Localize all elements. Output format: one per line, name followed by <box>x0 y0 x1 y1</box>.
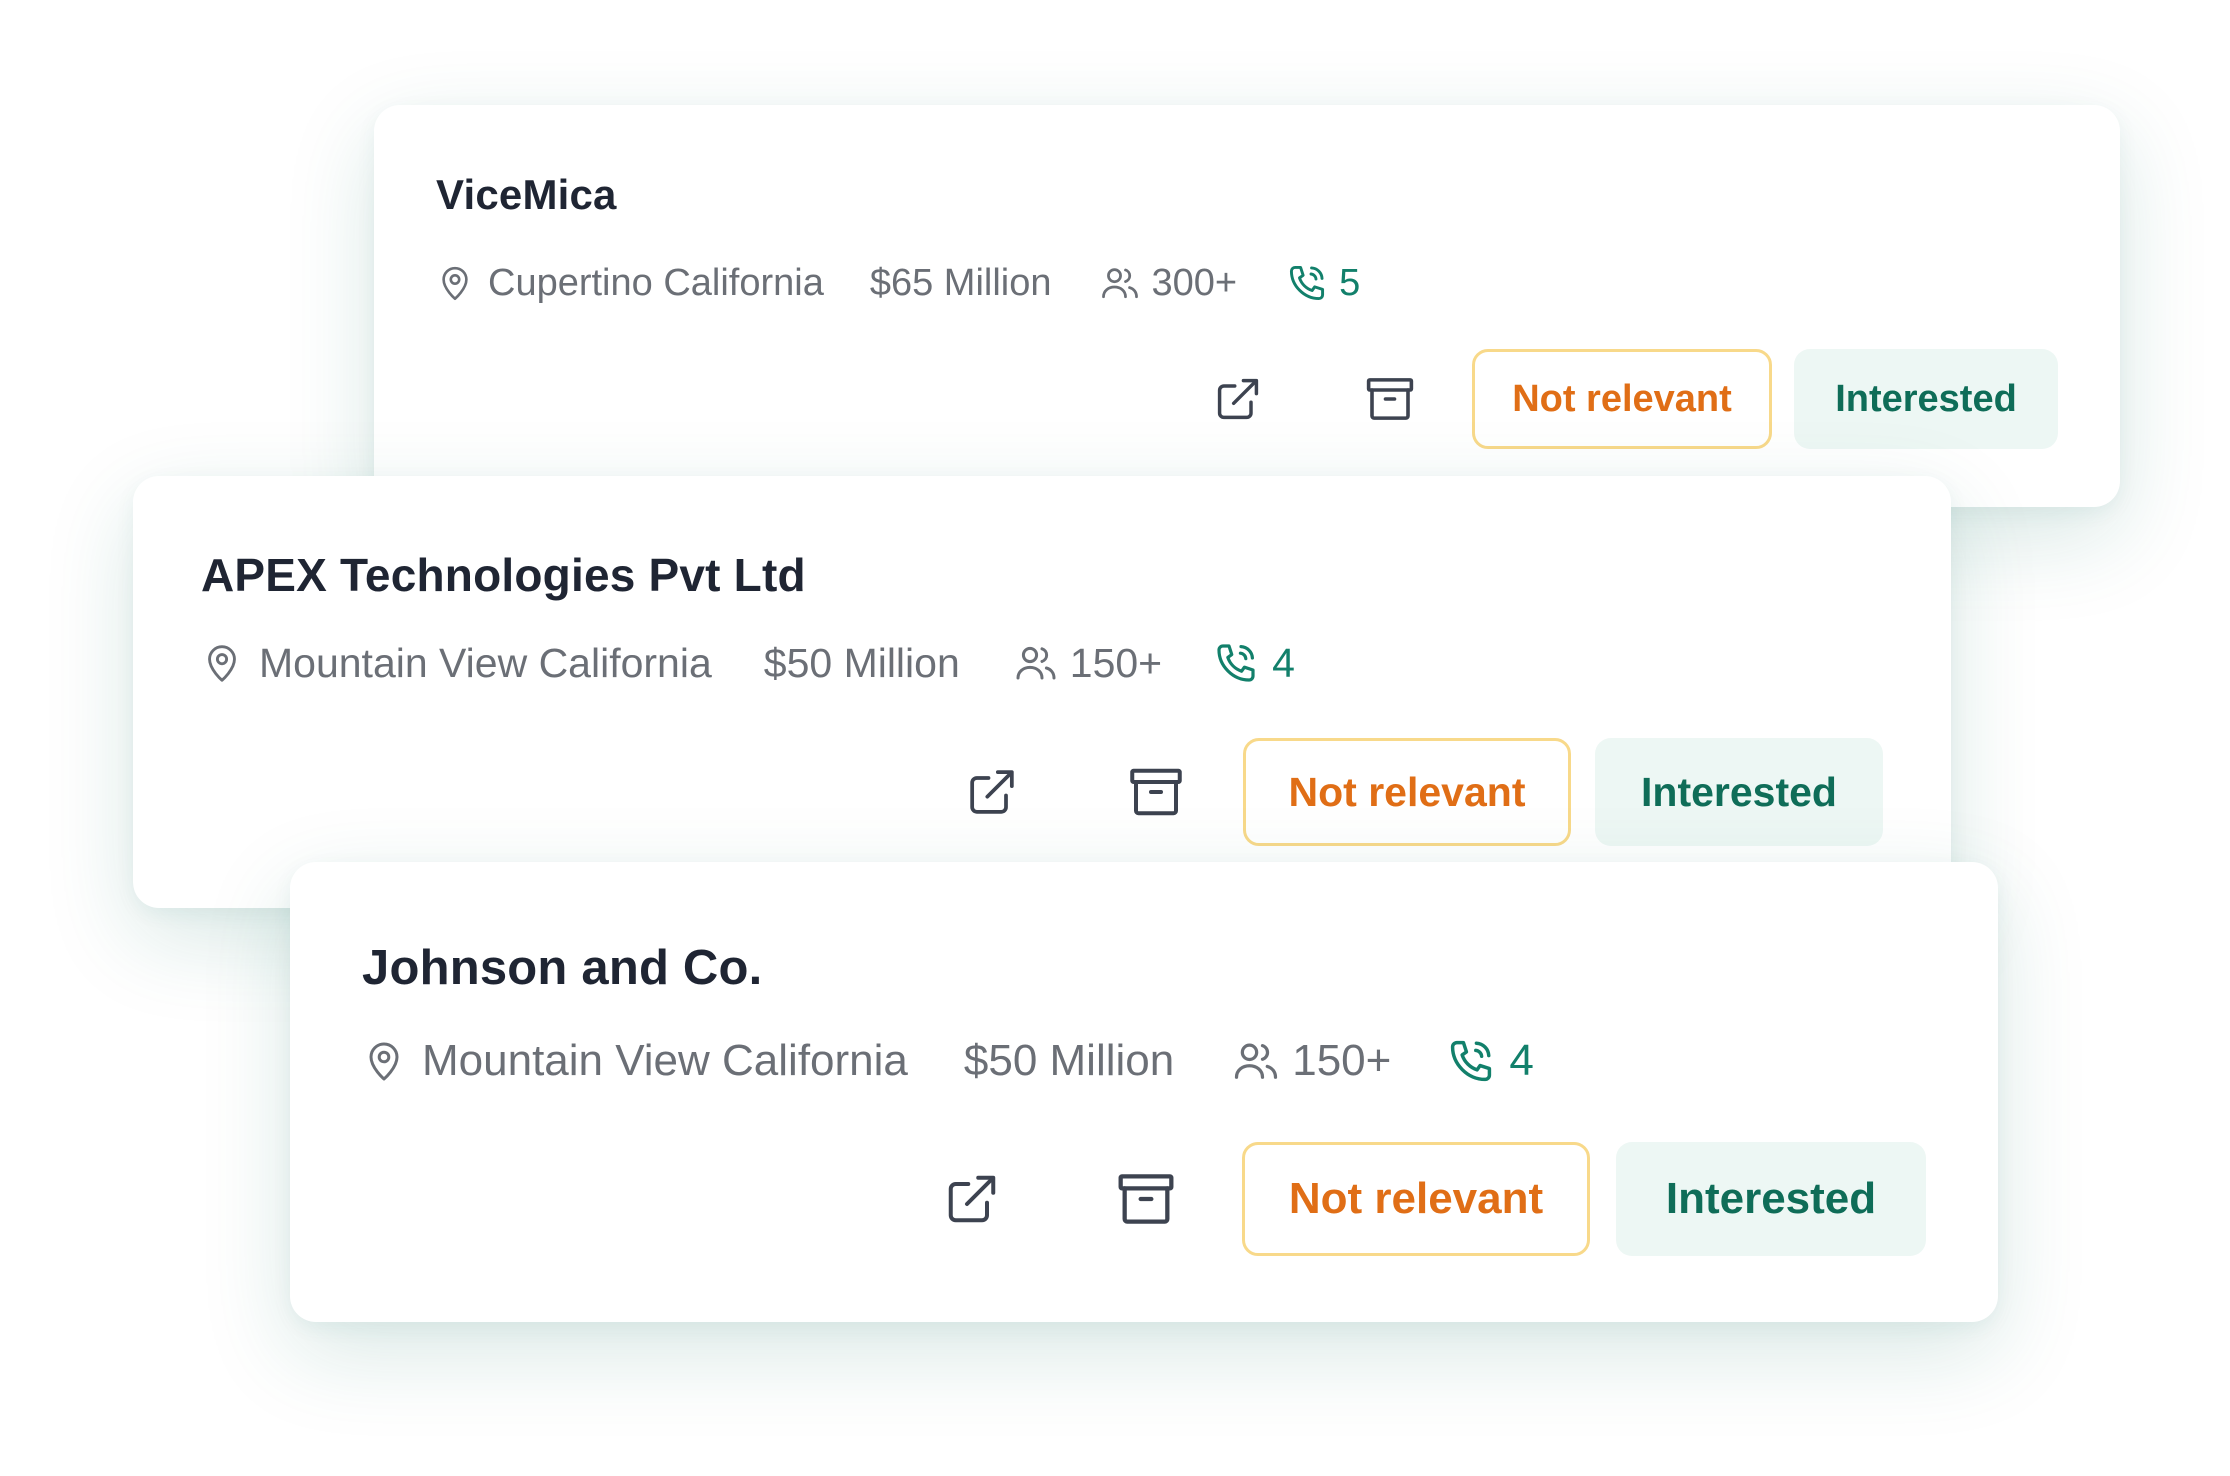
funding-info: $50 Million <box>764 640 960 687</box>
archive-box-icon <box>1130 768 1182 816</box>
company-name: Johnson and Co. <box>362 941 763 995</box>
archive-button[interactable] <box>1100 1153 1192 1245</box>
location-info: Cupertino California <box>434 260 824 306</box>
calls-info: 4 <box>1212 639 1295 687</box>
funding-text: $65 Million <box>869 261 1052 304</box>
users-icon <box>1235 1043 1278 1079</box>
users-icon <box>1101 268 1138 299</box>
not-relevant-button[interactable]: Not relevant <box>1242 1142 1590 1256</box>
calls-count: 4 <box>1509 1036 1534 1085</box>
employees-text: 150+ <box>1069 639 1163 686</box>
employees-info: 150+ <box>1230 1035 1391 1087</box>
external-link-icon <box>1217 378 1259 420</box>
archive-button[interactable] <box>1113 749 1199 835</box>
open-link-button[interactable] <box>926 1153 1018 1245</box>
employees-text: 150+ <box>1292 1036 1392 1085</box>
company-card: APEX Technologies Pvt Ltd Mountain View … <box>133 476 1951 908</box>
open-link-button[interactable] <box>1198 359 1278 439</box>
users-icon <box>1016 646 1056 680</box>
funding-text: $50 Million <box>963 1036 1175 1085</box>
interested-button[interactable]: Interested <box>1616 1142 1926 1256</box>
funding-info: $65 Million <box>870 262 1052 305</box>
funding-info: $50 Million <box>964 1036 1174 1086</box>
phone-call-icon <box>1290 265 1325 301</box>
calls-count: 5 <box>1339 261 1361 304</box>
phone-call-icon <box>1451 1040 1492 1082</box>
location-pin-icon <box>442 266 468 301</box>
calls-count: 4 <box>1272 639 1295 686</box>
interested-button[interactable]: Interested <box>1595 738 1883 846</box>
archive-box-icon <box>1118 1174 1174 1224</box>
calls-info: 5 <box>1285 261 1360 305</box>
location-text: Mountain View California <box>259 639 712 686</box>
card-actions: Not relevant Interested <box>1198 349 2058 449</box>
card-actions: Not relevant Interested <box>949 738 1883 846</box>
employees-info: 300+ <box>1098 261 1238 305</box>
funding-text: $50 Million <box>763 639 960 686</box>
archive-button[interactable] <box>1350 359 1430 439</box>
interested-button[interactable]: Interested <box>1794 349 2058 449</box>
location-info: Mountain View California <box>199 638 712 688</box>
location-pin-icon <box>208 645 236 682</box>
external-link-icon <box>970 770 1014 814</box>
company-card: ViceMica Cupertino California $65 Millio… <box>374 105 2120 507</box>
external-link-icon <box>948 1175 996 1223</box>
open-link-button[interactable] <box>949 749 1035 835</box>
employees-info: 150+ <box>1012 639 1162 687</box>
location-text: Mountain View California <box>422 1036 908 1085</box>
not-relevant-button[interactable]: Not relevant <box>1243 738 1571 846</box>
location-pin-icon <box>369 1042 399 1081</box>
company-name: ViceMica <box>436 171 617 218</box>
calls-info: 4 <box>1445 1035 1534 1087</box>
not-relevant-button[interactable]: Not relevant <box>1472 349 1772 449</box>
company-meta: Mountain View California $50 Million 150… <box>199 630 1295 696</box>
card-actions: Not relevant Interested <box>926 1142 1926 1256</box>
company-meta: Cupertino California $65 Million 300+ 5 <box>434 253 1360 313</box>
company-meta: Mountain View California $50 Million 150… <box>360 1026 1534 1096</box>
phone-call-icon <box>1217 644 1255 682</box>
company-card: Johnson and Co. Mountain View California… <box>290 862 1998 1322</box>
location-text: Cupertino California <box>488 261 824 304</box>
location-info: Mountain View California <box>360 1034 908 1088</box>
employees-text: 300+ <box>1151 261 1238 304</box>
archive-box-icon <box>1366 378 1414 420</box>
company-name: APEX Technologies Pvt Ltd <box>201 549 806 601</box>
